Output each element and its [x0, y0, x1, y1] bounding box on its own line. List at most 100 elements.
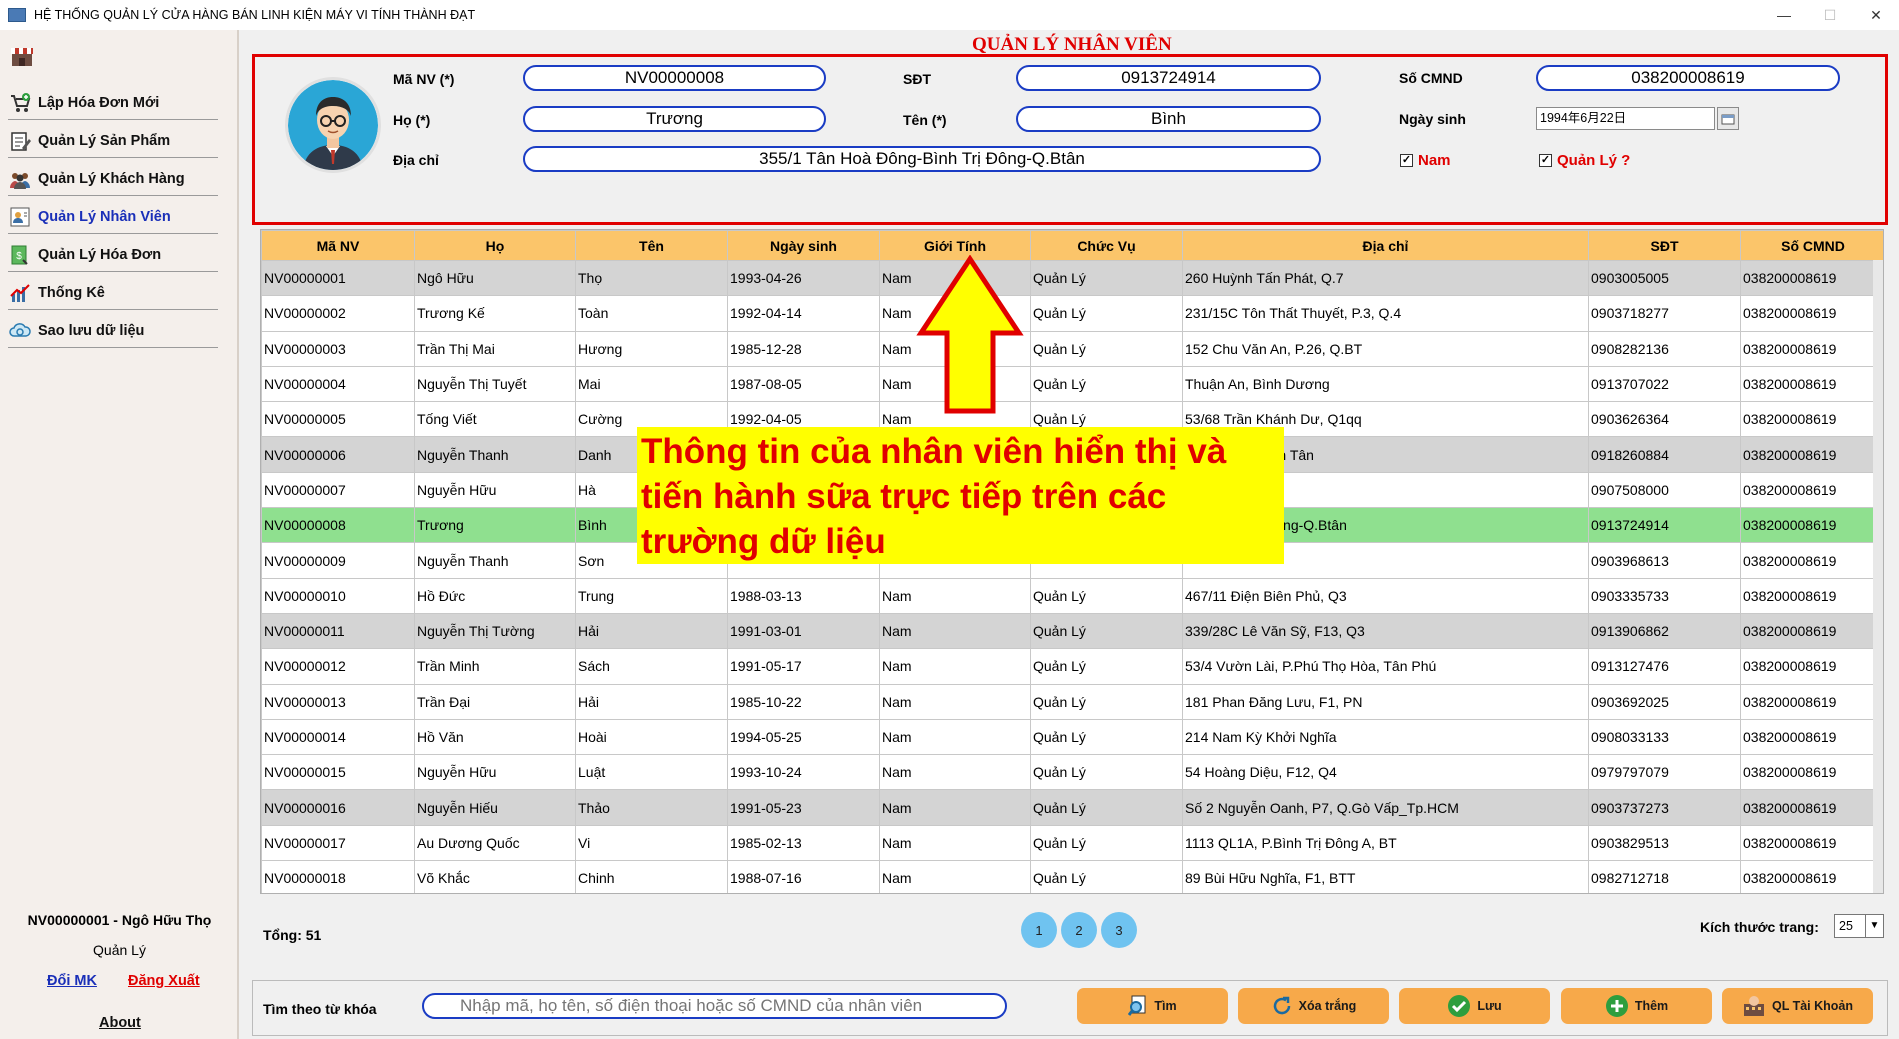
table-row[interactable]: NV00000004 Nguyễn Thị Tuyết Mai 1987-08-05 N… — [261, 365, 1883, 403]
calendar-button[interactable] — [1717, 107, 1739, 130]
ten-field[interactable]: Bình — [1016, 106, 1321, 132]
table-cell: Quản Lý — [1030, 683, 1183, 720]
table-cell: 0913127476 — [1588, 648, 1741, 685]
table-cell: 231/15C Tôn Thất Thuyết, P.3, Q.4 — [1182, 295, 1589, 332]
save-button[interactable]: Lưu — [1399, 988, 1550, 1024]
ma-nv-field[interactable]: NV00000008 — [523, 65, 826, 91]
table-cell: NV00000008 — [261, 507, 415, 544]
so-cmnd-field[interactable]: 038200008619 — [1536, 65, 1840, 91]
current-role-label: Quản Lý — [93, 942, 146, 958]
table-cell: Hồ Đức — [414, 577, 576, 614]
dia-chi-field[interactable]: 355/1 Tân Hoà Đông-Bình Trị Đông-Q.Btân — [523, 146, 1321, 172]
page-button-3[interactable]: 3 — [1101, 912, 1137, 948]
search-button[interactable]: Tìm — [1077, 988, 1228, 1024]
sidebar-item-quan-ly-nhan-vien[interactable]: Quản Lý Nhân Viên — [8, 200, 218, 234]
table-cell: Thảo — [575, 789, 728, 826]
column-header[interactable]: Chức Vụ — [1030, 230, 1183, 261]
quan-ly-checkbox-box[interactable]: ✓ — [1539, 154, 1552, 167]
clear-button[interactable]: Xóa trắng — [1238, 988, 1389, 1024]
close-button[interactable]: ✕ — [1853, 0, 1899, 30]
logout-link[interactable]: Đăng Xuất — [128, 973, 200, 989]
table-cell: 038200008619 — [1740, 259, 1883, 297]
about-link[interactable]: About — [99, 1015, 141, 1031]
nam-checkbox[interactable]: ✓ Nam — [1400, 152, 1451, 169]
sidebar-item-label: Quản Lý Sản Phẩm — [38, 132, 171, 149]
table-cell: Quản Lý — [1030, 648, 1183, 685]
total-count: Tổng: 51 — [263, 927, 322, 943]
minimize-button[interactable]: — — [1761, 0, 1807, 30]
sidebar-item-label: Quản Lý Khách Hàng — [38, 170, 185, 187]
table-cell: Nam — [879, 577, 1031, 614]
column-header[interactable]: SĐT — [1588, 230, 1741, 261]
maximize-button[interactable]: ☐ — [1807, 0, 1853, 30]
account-icon — [1742, 994, 1766, 1018]
table-cell: Quản Lý — [1030, 330, 1183, 367]
table-scrollbar[interactable] — [1873, 260, 1883, 893]
search-label: Tìm theo từ khóa — [263, 1001, 377, 1017]
table-row[interactable]: NV00000010 Hồ Đức Trung 1988-03-13 Nam Quản L… — [261, 577, 1883, 614]
search-input[interactable] — [422, 993, 1007, 1019]
table-cell: 038200008619 — [1740, 718, 1883, 756]
table-row[interactable]: NV00000016 Nguyễn Hiếu Thảo 1991-05-23 Nam Qu… — [261, 789, 1883, 826]
page-button-2[interactable]: 2 — [1061, 912, 1097, 948]
table-cell: NV00000016 — [261, 789, 415, 826]
table-row[interactable]: NV00000018 Võ Khắc Chinh 1988-07-16 Nam Quản … — [261, 860, 1883, 893]
table-cell: 0913906862 — [1588, 612, 1741, 650]
sidebar-item-label: Quản Lý Nhân Viên — [38, 208, 171, 225]
table-cell: 89 Bùi Hữu Nghĩa, F1, BTT — [1182, 860, 1589, 893]
table-cell: NV00000018 — [261, 860, 415, 893]
chevron-down-icon: ▼ — [1865, 915, 1883, 937]
table-row[interactable]: NV00000015 Nguyễn Hữu Luật 1993-10-24 Nam Quả… — [261, 754, 1883, 791]
sidebar-item-sao-luu-du-lieu[interactable]: Sao lưu dữ liệu — [8, 314, 218, 348]
table-cell: Trung — [575, 577, 728, 614]
page-size-value: 25 — [1839, 919, 1853, 933]
table-cell: 038200008619 — [1740, 330, 1883, 367]
table-row[interactable]: NV00000011 Nguyễn Thị Tường Hải 1991-03-01 N… — [261, 612, 1883, 650]
table-row[interactable]: NV00000002 Trương Kế Toàn 1992-04-14 Nam Quản… — [261, 295, 1883, 332]
table-row[interactable]: NV00000003 Trần Thị Mai Hương 1985-12-28 Nam… — [261, 330, 1883, 367]
add-button[interactable]: Thêm — [1561, 988, 1712, 1024]
sidebar-item-lap-hoa-don[interactable]: Lập Hóa Đơn Mới — [8, 86, 218, 120]
column-header[interactable]: Họ — [414, 230, 576, 261]
quan-ly-checkbox[interactable]: ✓ Quản Lý ? — [1539, 152, 1630, 169]
sidebar-item-quan-ly-san-pham[interactable]: Quản Lý Sản Phẩm — [8, 124, 218, 158]
column-header[interactable]: Tên — [575, 230, 728, 261]
ngay-sinh-field[interactable]: 1994年6月22日 — [1536, 107, 1715, 130]
table-row[interactable]: NV00000013 Trần Đại Hải 1985-10-22 Nam Quản L… — [261, 683, 1883, 720]
sidebar-item-label: Thống Kê — [38, 284, 105, 301]
sidebar-item-quan-ly-khach-hang[interactable]: Quản Lý Khách Hàng — [8, 162, 218, 196]
table-row[interactable]: NV00000014 Hồ Văn Hoài 1994-05-25 Nam Quản Lý… — [261, 718, 1883, 756]
table-cell: Nam — [879, 718, 1031, 756]
table-cell: Trần Minh — [414, 648, 576, 685]
sidebar-item-quan-ly-hoa-don[interactable]: $ Quản Lý Hóa Đơn — [8, 238, 218, 272]
table-cell: Mai — [575, 365, 728, 403]
table-cell: 0903829513 — [1588, 824, 1741, 862]
column-header[interactable]: Địa chỉ — [1182, 230, 1589, 261]
nam-checkbox-box[interactable]: ✓ — [1400, 154, 1413, 167]
table-row[interactable]: NV00000001 Ngô Hữu Thọ 1993-04-26 Nam Quản Lý… — [261, 259, 1883, 297]
account-management-button[interactable]: QL Tài Khoản — [1722, 988, 1873, 1024]
table-cell: NV00000017 — [261, 824, 415, 862]
sidebar: Lập Hóa Đơn Mới Quản Lý Sản Phẩm Quản Lý… — [0, 30, 239, 1039]
table-cell: 0903718277 — [1588, 295, 1741, 332]
column-header[interactable]: Ngày sinh — [727, 230, 880, 261]
change-password-link[interactable]: Đổi MK — [47, 973, 97, 989]
table-cell: 260 Huỳnh Tấn Phát, Q.7 — [1182, 259, 1589, 297]
save-button-label: Lưu — [1477, 999, 1502, 1013]
column-header[interactable]: Số CMND — [1740, 230, 1883, 261]
table-cell: NV00000011 — [261, 612, 415, 650]
app-icon — [8, 8, 26, 22]
table-cell: Quản Lý — [1030, 259, 1183, 297]
sidebar-item-thong-ke[interactable]: Thống Kê — [8, 276, 218, 310]
table-row[interactable]: NV00000012 Trần Minh Sách 1991-05-17 Nam Quản… — [261, 648, 1883, 685]
page-size-select[interactable]: 25 ▼ — [1834, 914, 1884, 938]
table-cell: Quản Lý — [1030, 824, 1183, 862]
ho-field[interactable]: Trương — [523, 106, 826, 132]
check-icon — [1447, 994, 1471, 1018]
table-cell: 54 Hoàng Diệu, F12, Q4 — [1182, 754, 1589, 791]
table-cell: NV00000014 — [261, 718, 415, 756]
table-row[interactable]: NV00000017 Au Dương Quốc Vi 1985-02-13 Nam Qu… — [261, 824, 1883, 862]
column-header[interactable]: Mã NV — [261, 230, 415, 261]
sdt-field[interactable]: 0913724914 — [1016, 65, 1321, 91]
page-button-1[interactable]: 1 — [1021, 912, 1057, 948]
